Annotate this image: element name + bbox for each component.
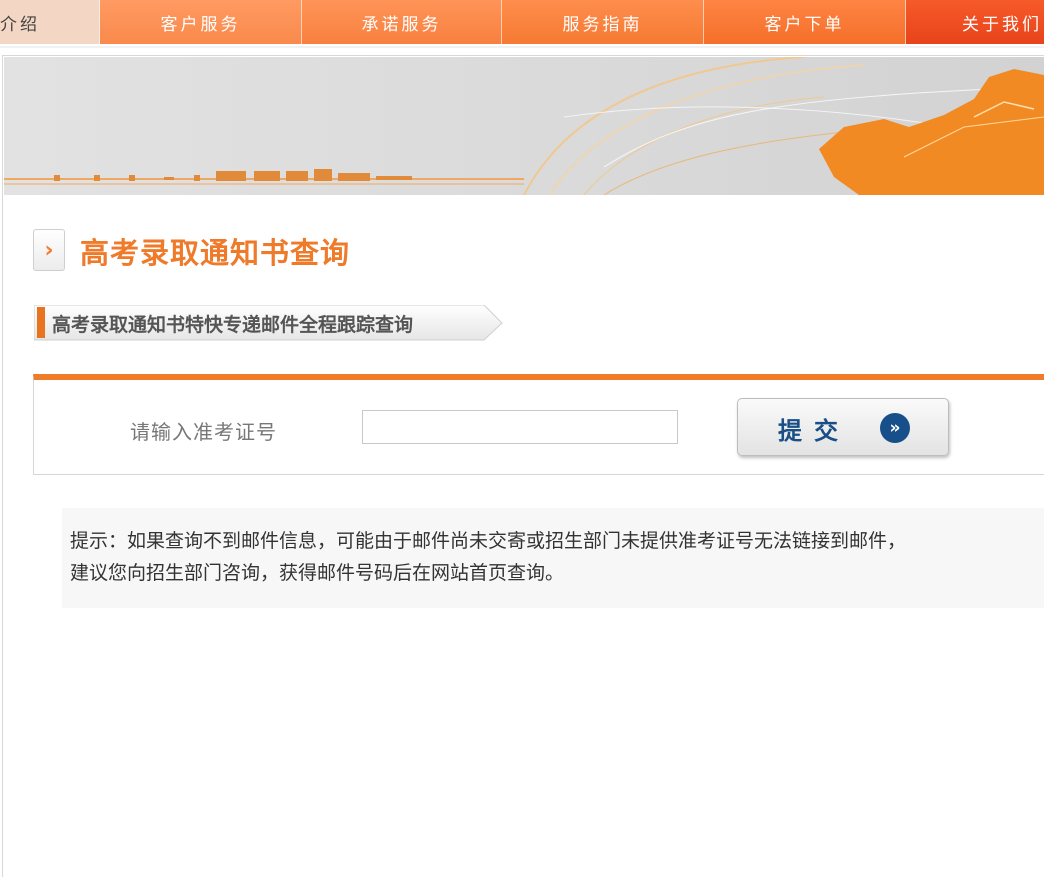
nav-item-customer-order[interactable]: 客户下单 bbox=[704, 0, 906, 44]
banner-image bbox=[4, 57, 1044, 195]
banner-graphic bbox=[4, 57, 1044, 195]
nav-item-intro[interactable]: 介绍 bbox=[0, 0, 100, 44]
nav-item-promise-service[interactable]: 承诺服务 bbox=[302, 0, 502, 44]
exam-number-input[interactable] bbox=[362, 410, 678, 444]
chevron-right-icon: › bbox=[33, 229, 65, 271]
hint-line-2: 建议您向招生部门咨询，获得邮件号码后在网站首页查询。 bbox=[70, 562, 565, 584]
exam-number-label: 请输入准考证号 bbox=[130, 420, 277, 444]
subtitle: 高考录取通知书特快专递邮件全程跟踪查询 bbox=[52, 314, 414, 336]
nav-item-service-guide[interactable]: 服务指南 bbox=[502, 0, 704, 44]
nav-item-customer-service[interactable]: 客户服务 bbox=[100, 0, 302, 44]
submit-button-label: 提交 bbox=[778, 417, 850, 445]
hint-line-1: 提示：如果查询不到邮件信息，可能由于邮件尚未交寄或招生部门未提供准考证号无法链接… bbox=[70, 530, 907, 552]
submit-button[interactable]: 提交 » bbox=[737, 398, 949, 456]
page-title: 高考录取通知书查询 bbox=[80, 236, 351, 270]
nav-item-about-us[interactable]: 关于我们 bbox=[906, 0, 1044, 44]
hint-box: 提示：如果查询不到邮件信息，可能由于邮件尚未交寄或招生部门未提供准考证号无法链接… bbox=[62, 508, 1044, 608]
double-chevron-right-icon: » bbox=[880, 413, 910, 443]
top-nav: 介绍 客户服务 承诺服务 服务指南 客户下单 关于我们 bbox=[0, 0, 1044, 48]
